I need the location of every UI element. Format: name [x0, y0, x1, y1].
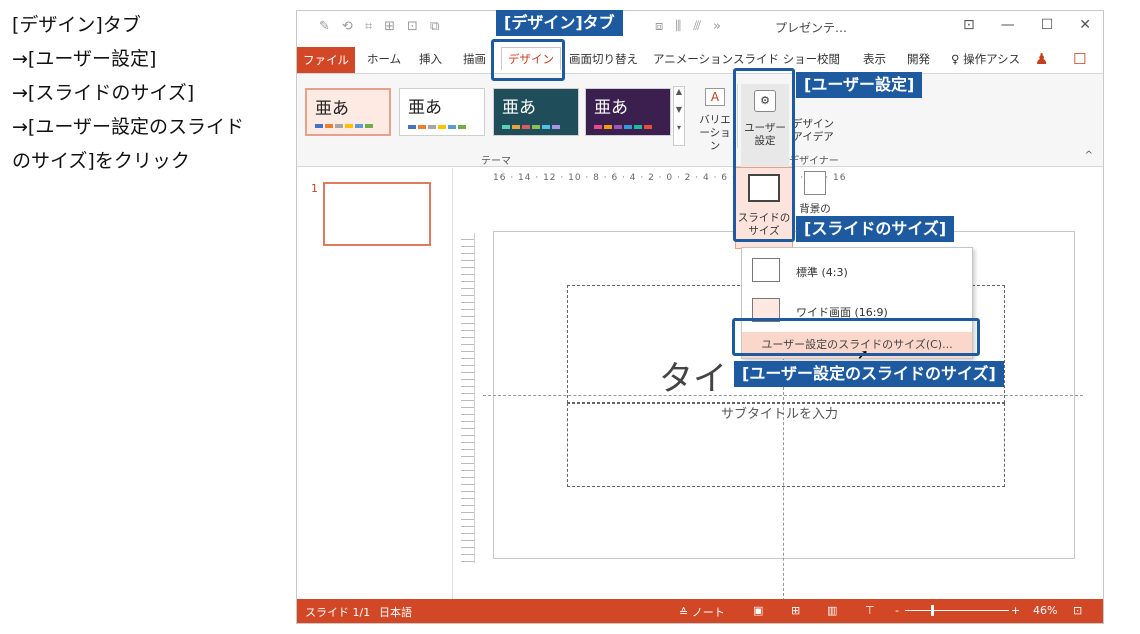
title-bar: ✎ ⟲ ⌗ ⊞ ⊡ ⧉ ⧈ ⫼ ⫻ » プレゼンテ… ⊡ — ☐ ✕ [297, 11, 1103, 43]
theme-dark-purple[interactable]: 亜あ [585, 88, 671, 136]
callout-custom-size: [ユーザー設定のスライドのサイズ] [734, 361, 1004, 387]
theme-dark-teal[interactable]: 亜あ [493, 88, 579, 136]
standard-size-label: 標準 (4:3) [796, 266, 848, 279]
tab-insert[interactable]: 挿入 [419, 51, 442, 67]
more-commands-icon[interactable]: » [713, 19, 721, 34]
window-controls: ⊡ — ☐ ✕ [963, 17, 1091, 33]
variation-button[interactable]: A バリエーション [695, 88, 735, 153]
fit-to-window-icon[interactable]: ⊡ [1073, 604, 1082, 617]
tab-developer[interactable]: 開発 [907, 51, 930, 67]
zoom-slider-knob[interactable] [931, 605, 934, 616]
lasso-icon[interactable]: ⟲ [342, 19, 353, 34]
theme-color-bars [594, 125, 652, 129]
tab-draw[interactable]: 描画 [463, 51, 486, 67]
tab-transitions[interactable]: 画面切り替え [569, 51, 638, 67]
maximize-icon[interactable]: ☐ [1041, 17, 1054, 33]
standard-size-option[interactable]: 標準 (4:3) [748, 254, 966, 288]
collapse-ribbon-icon[interactable]: ^ [1085, 150, 1093, 161]
tab-review[interactable]: 校閲 [817, 51, 840, 67]
callout-user-setting: [ユーザー設定] [796, 72, 923, 98]
theme-group-label: テーマ [481, 156, 511, 167]
theme-sample-text: 亜あ [315, 99, 349, 119]
custom-size-highlight [732, 318, 980, 356]
ribbon-design: 亜あ 亜あ 亜あ 亜あ ▲ ▼ ▾ テーマ A バリエーション ⚙ ユーザー設定 デ… [297, 73, 1103, 168]
comment-icon[interactable]: ☐ [1073, 50, 1086, 68]
notes-button[interactable]: ≙ ノート [679, 604, 725, 620]
layer-icon[interactable]: ⧉ [430, 19, 439, 34]
theme-sample-text: 亜あ [594, 98, 628, 118]
group-icon[interactable]: ⊡ [407, 19, 418, 34]
user-setting-highlight [733, 68, 795, 242]
theme-scroll-buttons[interactable]: ▲ ▼ ▾ [673, 86, 685, 146]
instruction-line: [デザイン]タブ [12, 14, 141, 36]
document-title: プレゼンテ… [775, 21, 848, 35]
zoom-percent[interactable]: 46% [1033, 604, 1057, 617]
quick-access-toolbar: ✎ ⟲ ⌗ ⊞ ⊡ ⧉ [319, 19, 439, 34]
minimize-icon[interactable]: — [1001, 17, 1015, 33]
close-icon[interactable]: ✕ [1079, 17, 1091, 33]
standard-size-icon [752, 258, 780, 282]
tellme-label: 操作アシス [963, 52, 1021, 66]
callout-slide-size: [スライドのサイズ] [796, 216, 955, 242]
account-icon[interactable]: ♟ [1035, 50, 1048, 68]
slide-count: スライド 1/1 [305, 606, 371, 619]
design-idea-button[interactable]: デザインアイデア [791, 118, 835, 144]
status-bar: スライド 1/1 日本語 ≙ ノート ▣ ⊞ ▥ ⊤ - + 46% ⊡ [297, 599, 1103, 623]
tab-tellme[interactable]: ♀ 操作アシス [951, 51, 1020, 67]
instruction-line: のサイズ]をクリック [12, 150, 190, 172]
theme-color-bars [408, 125, 466, 129]
paint-bucket-icon [804, 171, 826, 195]
tab-file[interactable]: ファイル [297, 47, 355, 73]
instruction-line: →[ユーザー設定のスライド [12, 116, 244, 138]
theme-office[interactable]: 亜あ [305, 88, 391, 136]
zoom-out-button[interactable]: - [895, 604, 899, 617]
theme-sample-text: 亜あ [502, 98, 536, 118]
callout-design-tab: [デザイン]タブ [496, 10, 623, 36]
vertical-ruler [461, 233, 475, 563]
tab-slideshow[interactable]: スライド ショー [733, 51, 817, 67]
theme-office-2[interactable]: 亜あ [399, 88, 485, 136]
lightbulb-icon: ♀ [951, 52, 960, 66]
variation-icon: A [705, 88, 725, 106]
variation-label: バリエーション [699, 114, 731, 152]
theme-color-bars [315, 124, 373, 128]
slide-thumbnail-pane: 1 [297, 168, 453, 599]
chart-icon[interactable]: ⫻ [693, 19, 701, 34]
tab-view[interactable]: 表示 [863, 51, 886, 67]
quick-access-toolbar-right: ⧈ ⫼ ⫻ » [655, 19, 721, 34]
distribute-icon[interactable]: ⫼ [675, 19, 681, 34]
select-icon[interactable]: ⌗ [365, 19, 372, 34]
theme-color-bars [502, 125, 560, 129]
zoom-slider-track[interactable] [905, 610, 1009, 611]
ribbon-tabs: ファイル ホーム 挿入 描画 デザイン 画面切り替え アニメーション スライド … [297, 47, 1103, 73]
theme-sample-text: 亜あ [408, 98, 442, 118]
pen-icon[interactable]: ✎ [319, 19, 330, 34]
align-icon[interactable]: ⊞ [384, 19, 395, 34]
tab-home[interactable]: ホーム [367, 51, 401, 67]
design-tab-highlight [491, 39, 565, 81]
design-idea-label: デザインアイデア [792, 118, 834, 143]
language-indicator[interactable]: 日本語 [379, 604, 412, 620]
slide-number: 1 [311, 182, 318, 195]
sorter-view-icon[interactable]: ⊞ [791, 604, 800, 617]
slideshow-view-icon[interactable]: ⊤ [865, 604, 875, 617]
instruction-line: →[スライドのサイズ] [12, 82, 195, 104]
ribbon-display-icon[interactable]: ⊡ [963, 17, 975, 33]
reading-view-icon[interactable]: ▥ [827, 604, 837, 617]
normal-view-icon[interactable]: ▣ [753, 604, 763, 617]
designer-group-label: デザイナー [789, 156, 839, 167]
instruction-panel: [デザイン]タブ →[ユーザー設定] →[スライドのサイズ] →[ユーザー設定の… [12, 8, 297, 178]
subtitle-placeholder-text: サブタイトルを入力 [721, 407, 839, 422]
zoom-in-button[interactable]: + [1011, 604, 1020, 617]
arrange-icon[interactable]: ⧈ [655, 19, 663, 34]
powerpoint-window: ✎ ⟲ ⌗ ⊞ ⊡ ⧉ ⧈ ⫼ ⫻ » プレゼンテ… ⊡ — ☐ ✕ ファイル … [296, 10, 1104, 624]
instruction-line: →[ユーザー設定] [12, 48, 157, 70]
tab-animations[interactable]: アニメーション [653, 51, 733, 67]
slide-thumbnail[interactable] [323, 182, 431, 246]
title-placeholder-text: タイ [659, 359, 727, 399]
